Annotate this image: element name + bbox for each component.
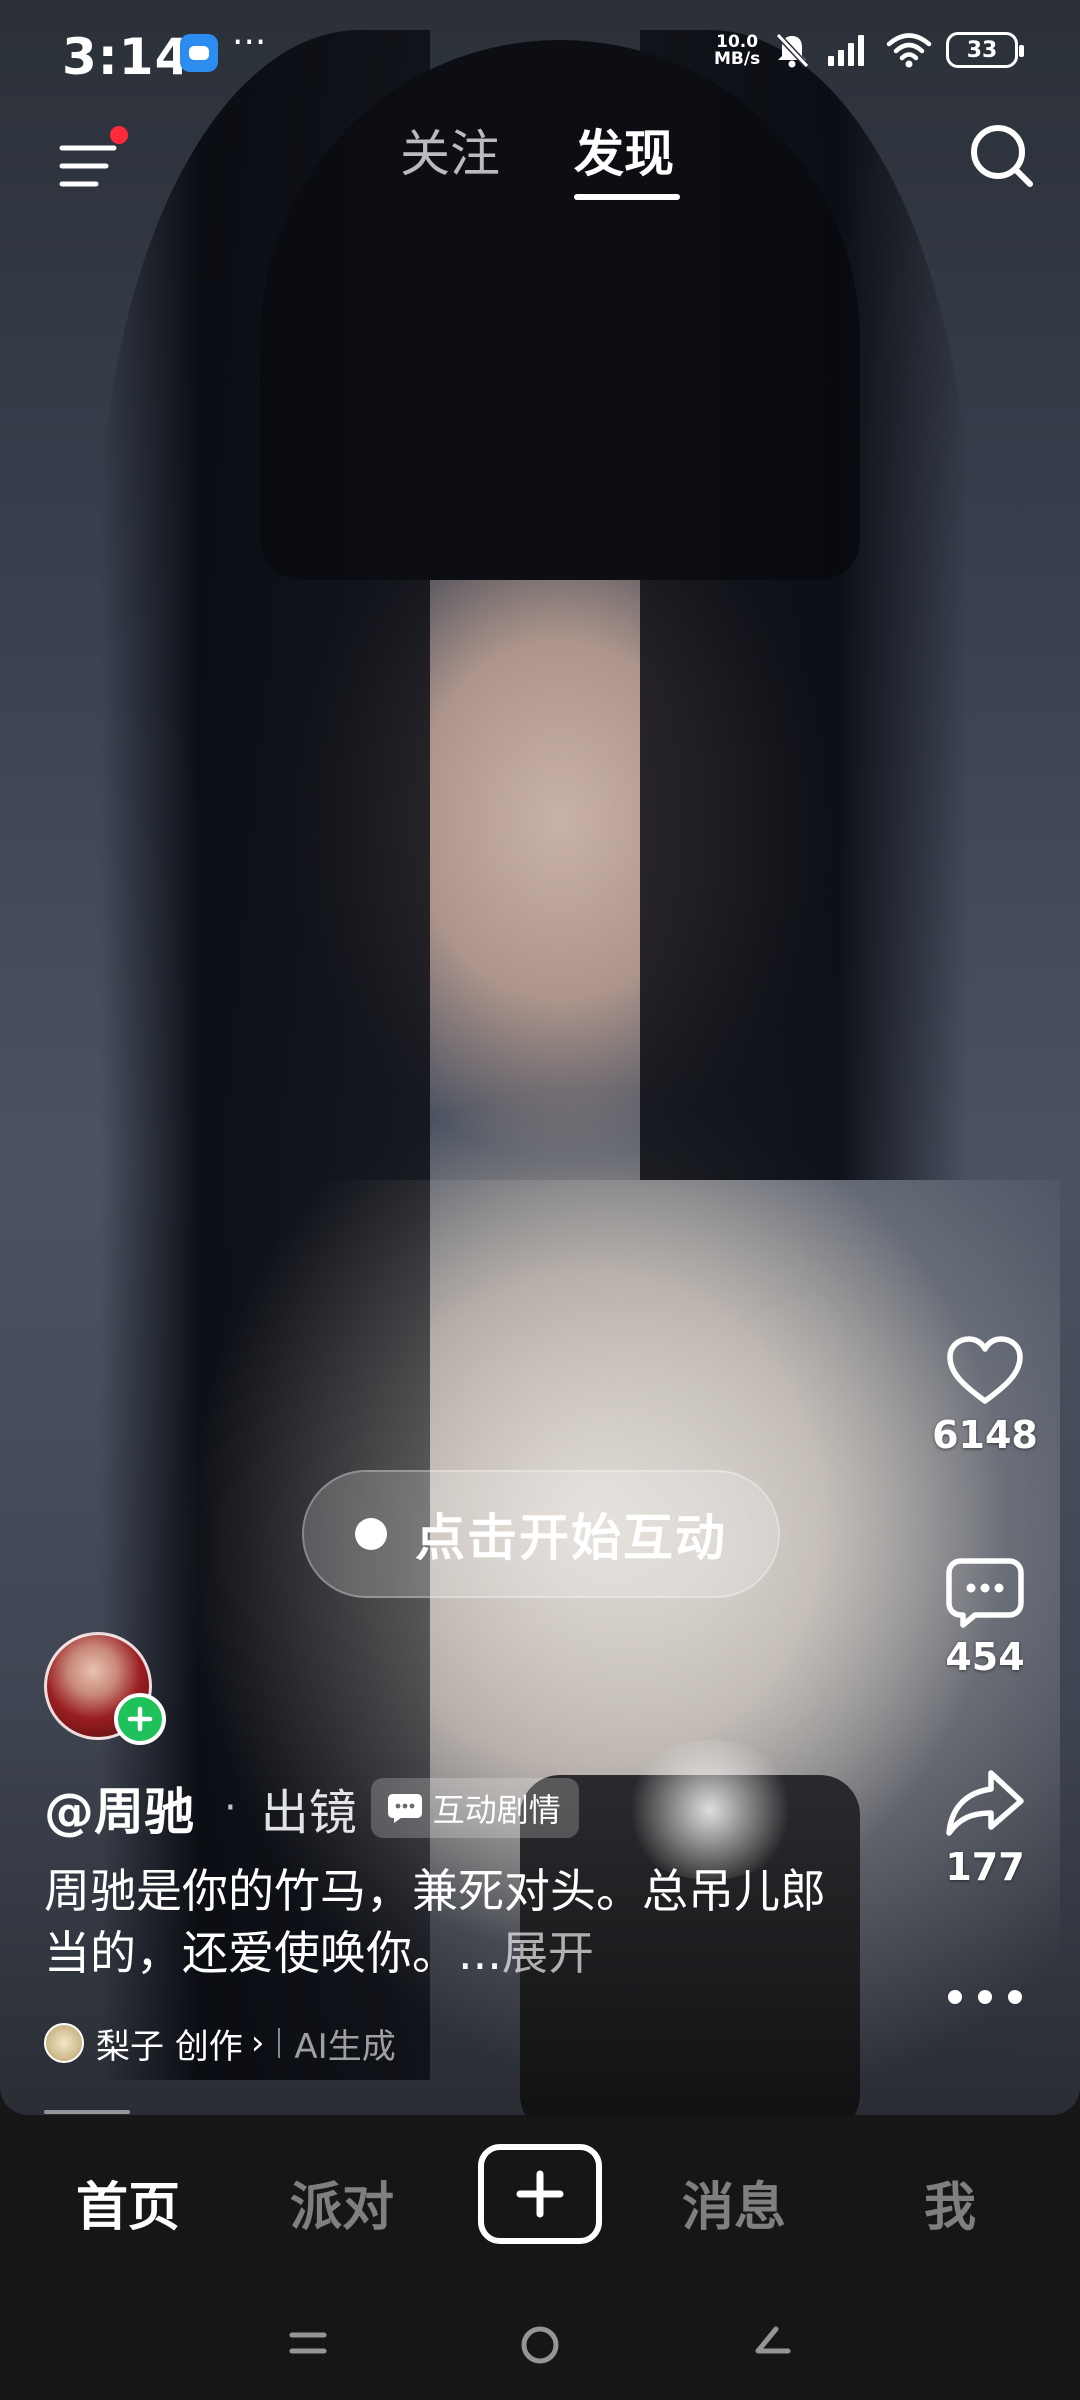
- author-line: @周驰 · 出镜 互动剧情: [44, 1772, 579, 1844]
- plus-icon: [127, 1706, 153, 1732]
- phone-flash-glow: [620, 1740, 800, 1880]
- nav-home[interactable]: 首页: [76, 2165, 180, 2240]
- description-text: 周驰是你的竹马，兼死对头。总吊儿郎当的，还爱使唤你。...: [44, 1864, 826, 1980]
- comment-count: 454: [945, 1635, 1025, 1679]
- interactive-drama-label: 互动剧情: [432, 1791, 561, 1829]
- creator-name: 梨子 创作: [96, 2026, 243, 2067]
- record-dot-icon: [355, 1518, 387, 1550]
- signal-icon: [828, 35, 864, 66]
- share-count: 177: [945, 1845, 1025, 1889]
- more-dots-icon: [948, 1990, 1022, 2004]
- ai-generated-label: AI生成: [294, 2026, 396, 2067]
- status-bar: 3:14 ··· 10.0 MB/s 33: [0, 0, 1080, 110]
- wifi-icon: [886, 33, 932, 68]
- share-icon: [946, 1770, 1024, 1836]
- top-navigation: 关注 发现: [0, 110, 1080, 220]
- creator-avatar: [44, 2023, 84, 2063]
- comment-icon: [946, 1558, 1024, 1628]
- search-button[interactable]: [962, 116, 1042, 196]
- expand-link[interactable]: 展开: [502, 1926, 594, 1980]
- tab-discover[interactable]: 发现: [574, 114, 674, 186]
- net-speed: 10.0 MB/s: [714, 34, 760, 68]
- create-button[interactable]: [478, 2144, 602, 2244]
- nav-party[interactable]: 派对: [290, 2165, 394, 2240]
- chevron-right-icon: ›: [250, 2023, 265, 2063]
- video-progress-bar[interactable]: [44, 2110, 130, 2114]
- menu-button[interactable]: [58, 126, 138, 206]
- post-description[interactable]: 周驰是你的竹马，兼死对头。总吊儿郎当的，还爱使唤你。...展开: [44, 1860, 834, 1984]
- more-button[interactable]: [930, 1985, 1040, 2009]
- plus-icon: [516, 2170, 564, 2218]
- home-icon[interactable]: [518, 2323, 562, 2367]
- status-icons: 33: [772, 30, 1024, 70]
- start-interaction-button[interactable]: 点击开始互动: [302, 1470, 780, 1598]
- chat-app-icon: [180, 34, 218, 72]
- bottom-navigation: 首页 派对 消息 我: [0, 2115, 1080, 2285]
- heart-icon: [947, 1336, 1023, 1404]
- more-notifications-dots: ···: [232, 22, 267, 63]
- comment-button[interactable]: 454: [930, 1557, 1040, 1679]
- active-tab-indicator: [574, 194, 680, 200]
- start-interaction-label: 点击开始互动: [415, 1509, 727, 1567]
- like-count: 6148: [932, 1413, 1038, 1457]
- bell-muted-icon: [775, 32, 810, 69]
- search-icon: [971, 125, 1033, 187]
- nav-messages[interactable]: 消息: [682, 2165, 786, 2240]
- tab-follow[interactable]: 关注: [400, 114, 500, 186]
- net-speed-unit: MB/s: [714, 49, 761, 69]
- back-icon[interactable]: [750, 2323, 794, 2367]
- creator-line[interactable]: 梨子 创作 › AI生成: [44, 2018, 396, 2068]
- like-button[interactable]: 6148: [930, 1335, 1040, 1457]
- system-navigation-bar: [0, 2285, 1080, 2400]
- chat-bubble-icon: [387, 1794, 422, 1823]
- divider: [278, 2028, 281, 2058]
- author-name[interactable]: @周驰: [44, 1772, 194, 1844]
- battery-icon: 33: [946, 32, 1024, 68]
- interactive-drama-tag[interactable]: 互动剧情: [370, 1778, 579, 1838]
- notification-dot: [110, 126, 128, 144]
- recents-icon[interactable]: [288, 2327, 328, 2361]
- status-time: 3:14: [62, 28, 191, 86]
- author-role: 出镜: [260, 1785, 357, 1841]
- nav-me[interactable]: 我: [924, 2165, 976, 2240]
- follow-button[interactable]: [114, 1693, 166, 1745]
- share-button[interactable]: 177: [930, 1767, 1040, 1889]
- separator-dot: ·: [224, 1785, 237, 1831]
